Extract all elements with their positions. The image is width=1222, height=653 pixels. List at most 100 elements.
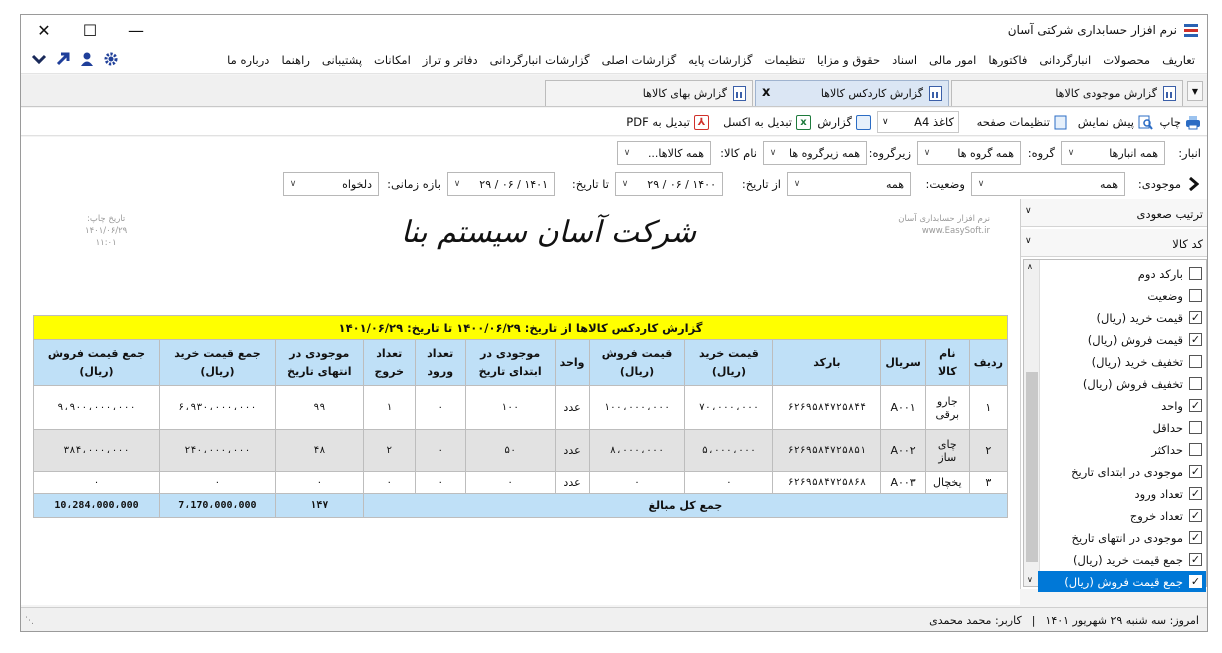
menu-item[interactable]: حقوق و مزایا <box>811 53 886 67</box>
column-toggle-item[interactable]: حداقل <box>1038 417 1206 438</box>
column-toggle-item[interactable]: ✓ قیمت خرید (ریال) <box>1038 307 1206 328</box>
menu-item[interactable]: گزارشات انبارگردانی <box>484 53 596 67</box>
checkbox-icon[interactable] <box>1189 377 1202 390</box>
from-date-input[interactable]: ۱۴۰۰ / ۰۶ / ۲۹ ∨ <box>615 172 723 196</box>
period-select[interactable]: دلخواه ∨ <box>283 172 379 196</box>
sort-order-select[interactable]: ترتیب صعودی ∨ <box>1021 199 1207 227</box>
pdf-export-button[interactable]: ⅄ تبدیل به PDF <box>626 112 709 132</box>
checkbox-checked-icon[interactable]: ✓ <box>1189 311 1202 324</box>
column-toggle-item[interactable]: ✓ موجودی در انتهای تاریخ <box>1038 527 1206 548</box>
report-icon <box>929 86 942 101</box>
menu-item[interactable]: انبارگردانی <box>1033 53 1097 67</box>
checkbox-icon[interactable] <box>1189 355 1202 368</box>
resize-grip-icon[interactable]: ⋰ <box>25 616 34 626</box>
stock-select[interactable]: همه ∨ <box>971 172 1125 196</box>
column-checklist: ∧ ∨ بارکد دوم وضعیت ✓ قیمت خرید (ریال) ✓ قیمت… <box>1023 259 1207 592</box>
print-button[interactable]: چاپ <box>1160 112 1201 132</box>
menu-item[interactable]: امکانات <box>368 53 417 67</box>
menu-item[interactable]: گزارشات اصلی <box>596 53 683 67</box>
menu-item[interactable]: اسناد <box>886 53 923 67</box>
group-select[interactable]: همه گروه ها ∨ <box>917 141 1021 165</box>
menu-item[interactable]: دفاتر و تراز <box>417 53 484 67</box>
checkbox-icon[interactable] <box>1189 267 1202 280</box>
paper-size-select[interactable]: کاغذ A4 ∨ <box>877 111 959 133</box>
preview-button[interactable]: پیش نمایش <box>1078 112 1153 132</box>
column-toggle-item[interactable]: حداکثر <box>1038 439 1206 460</box>
sort-field-label: کد کالا <box>1172 237 1203 251</box>
column-toggle-item[interactable]: ✓ واحد <box>1038 395 1206 416</box>
checkbox-checked-icon[interactable]: ✓ <box>1189 399 1202 412</box>
menu-item[interactable]: راهنما <box>275 53 315 67</box>
table-cell: ۱ <box>968 385 1009 430</box>
checkbox-checked-icon[interactable]: ✓ <box>1189 575 1202 588</box>
menu-item[interactable]: گزارشات پایه <box>682 53 758 67</box>
checkbox-checked-icon[interactable]: ✓ <box>1189 487 1202 500</box>
checkbox-icon[interactable] <box>1189 421 1202 434</box>
checkbox-checked-icon[interactable]: ✓ <box>1189 333 1202 346</box>
chevron-right-icon[interactable] <box>1187 177 1199 191</box>
checkbox-checked-icon[interactable]: ✓ <box>1189 509 1202 522</box>
menu-item[interactable]: پشتیبانی <box>316 53 368 67</box>
chevron-down-icon[interactable] <box>31 51 47 67</box>
column-toggle-item[interactable]: ✓ موجودی در ابتدای تاریخ <box>1038 461 1206 482</box>
table-cell: ۳۸۴،۰۰۰،۰۰۰ <box>33 429 160 472</box>
status-select[interactable]: همه ∨ <box>787 172 911 196</box>
checkbox-checked-icon[interactable]: ✓ <box>1189 553 1202 566</box>
gear-icon[interactable] <box>103 51 119 67</box>
tab-stock-report[interactable]: گزارش موجودی کالاها <box>951 80 1183 106</box>
tab-close-icon[interactable]: x <box>762 85 770 100</box>
checkbox-checked-icon[interactable]: ✓ <box>1189 465 1202 478</box>
menu-item[interactable]: تنظیمات <box>758 53 811 67</box>
table-cell: ۶۲۶۹۵۸۴۷۲۵۸۴۴ <box>772 385 882 430</box>
excel-export-button[interactable]: x تبدیل به اکسل <box>723 112 811 132</box>
checkbox-checked-icon[interactable]: ✓ <box>1189 531 1202 544</box>
report-button[interactable]: گزارش <box>817 112 871 132</box>
minimize-button[interactable]: — <box>113 15 159 46</box>
to-date-input[interactable]: ۱۴۰۱ / ۰۶ / ۲۹ ∨ <box>447 172 555 196</box>
tab-price-report[interactable]: گزارش بهای کالاها <box>545 80 753 106</box>
column-toggle-item[interactable]: بارکد دوم <box>1038 263 1206 284</box>
page-setup-button[interactable]: تنظیمات صفحه <box>977 112 1067 132</box>
menu-item[interactable]: محصولات <box>1097 53 1156 67</box>
user-icon[interactable] <box>79 51 95 67</box>
table-cell: چای ساز <box>924 429 970 472</box>
table-row[interactable]: ۱ جارو برقی A۰۰۱ ۶۲۶۹۵۸۴۷۲۵۸۴۴ ۷۰،۰۰۰،۰۰… <box>33 385 1009 430</box>
column-toggle-label: واحد <box>1161 398 1183 413</box>
scrollbar-thumb[interactable] <box>1026 372 1038 562</box>
column-toggle-item[interactable]: ✓ تعداد ورود <box>1038 483 1206 504</box>
close-window-button[interactable]: ✕ <box>21 15 67 46</box>
column-header: قیمت فروش (ریال) <box>588 339 686 386</box>
checkbox-icon[interactable] <box>1189 289 1202 302</box>
today-date: امروز: سه شنبه ۲۹ شهریور ۱۴۰۱ <box>1045 614 1199 627</box>
checkbox-icon[interactable] <box>1189 443 1202 456</box>
column-toggle-item[interactable]: ✓ جمع قیمت خرید (ریال) <box>1038 549 1206 570</box>
column-toggle-item[interactable]: تخفیف خرید (ریال) <box>1038 351 1206 372</box>
calendar-dropdown-icon: ∨ <box>621 179 629 189</box>
subgroup-select[interactable]: همه زیرگروه ها ∨ <box>763 141 867 165</box>
column-toggle-item[interactable]: وضعیت <box>1038 285 1206 306</box>
scroll-up-icon[interactable]: ∧ <box>1027 262 1033 271</box>
app-logo-icon <box>1184 24 1198 37</box>
tab-list-dropdown[interactable]: ▼ <box>1187 81 1203 101</box>
menu-item[interactable]: درباره ما <box>221 53 275 67</box>
table-row[interactable]: ۲ چای ساز A۰۰۲ ۶۲۶۹۵۸۴۷۲۵۸۵۱ ۵،۰۰۰،۰۰۰ ۸… <box>33 429 1009 472</box>
table-row[interactable]: ۳ یخچال A۰۰۳ ۶۲۶۹۵۸۴۷۲۵۸۶۸ ۰ ۰ عدد ۰ ۰ ۰… <box>33 471 1009 494</box>
tab-kardex-report[interactable]: گزارش کاردکس کالاها x <box>755 80 949 106</box>
item-select[interactable]: همه کالاها... ∨ <box>617 141 711 165</box>
menu-item[interactable]: تعاریف <box>1156 53 1201 67</box>
menu-item[interactable]: امور مالی <box>923 53 982 67</box>
chart-icon <box>856 114 871 130</box>
pdf-label: تبدیل به PDF <box>626 115 690 129</box>
column-toggle-item[interactable]: ✓ قیمت فروش (ریال) <box>1038 329 1206 350</box>
column-toggle-item[interactable]: ✓ تعداد خروج <box>1038 505 1206 526</box>
menu-item[interactable]: فاکتورها <box>982 53 1033 67</box>
sort-field-select[interactable]: کد کالا ∨ <box>1021 229 1207 257</box>
scroll-down-icon[interactable]: ∨ <box>1027 575 1033 584</box>
maximize-button[interactable]: ☐ <box>67 15 113 46</box>
arrow-up-right-icon[interactable] <box>55 51 71 67</box>
filter-row-1: انبار: همه انبارها ∨ گروه: همه گروه ها ∨ ز… <box>21 137 1207 168</box>
column-toggle-item[interactable]: تخفیف فروش (ریال) <box>1038 373 1206 394</box>
warehouse-select[interactable]: همه انبارها ∨ <box>1061 141 1165 165</box>
tab-label: گزارش کاردکس کالاها <box>820 87 923 100</box>
column-toggle-item[interactable]: ✓ جمع قیمت فروش (ریال) <box>1038 571 1206 592</box>
